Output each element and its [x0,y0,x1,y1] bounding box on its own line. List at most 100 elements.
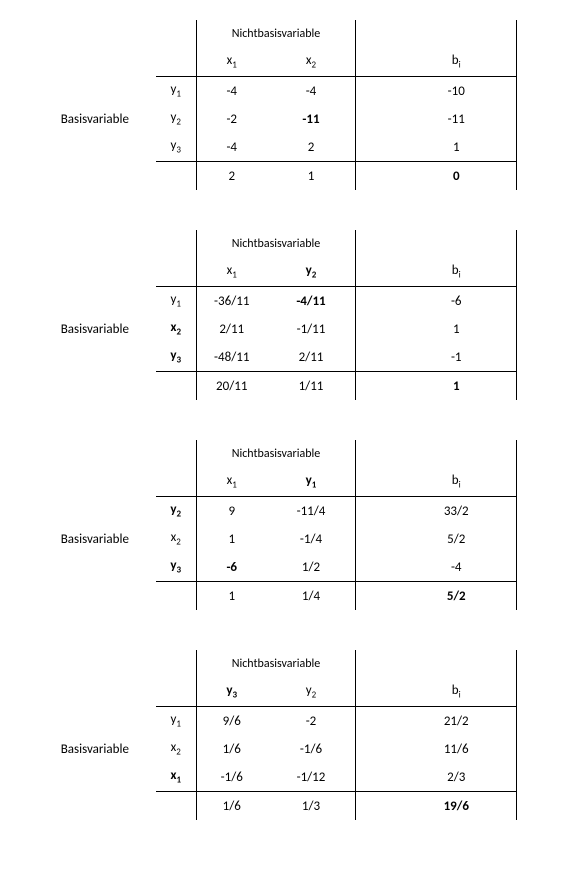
row-header: y3 [171,138,181,153]
cell-value: 1/11 [299,379,324,394]
col-header: y2 [306,683,316,698]
cell-value: -36/11 [214,294,249,309]
table-row: y2 9 -11/4 33/2 [61,497,517,526]
cell-value: 5/2 [447,532,465,547]
cell-value: 1/4 [302,589,320,604]
col-header: y1 [306,473,317,488]
basis-label: Basisvariable [61,742,129,757]
cell-value: 20/11 [216,379,247,394]
cell-value: 1/6 [223,742,241,757]
simplex-tableau-1: Nichtbasisvariable x1 y2 bi y1 -36/11 -4… [10,230,568,400]
table-row: y1 -4 -4 -10 [61,77,517,106]
nonbasis-header: Nichtbasisvariable [232,657,321,671]
b-header: bi [452,473,461,488]
table-row: y1 -36/11 -4/11 -6 [61,287,517,316]
nonbasis-header: Nichtbasisvariable [232,27,321,41]
simplex-tableau-0: Nichtbasisvariable x1 x2 bi y1 -4 -4 -10… [10,20,568,190]
cell-value: -4 [306,84,317,99]
row-header: y3 [170,348,181,363]
row-header: x1 [170,768,181,783]
cell-value: -1/6 [300,742,322,757]
cell-value: 9 [228,504,235,519]
cell-value: 1 [453,140,460,155]
row-header: x2 [171,740,181,755]
cell-value: 1 [228,532,235,547]
table-row: Basisvariable y2 -2 -11 -11 [61,105,517,133]
row-header: x2 [170,320,181,335]
cell-value: 19/6 [444,799,469,814]
cell-value: -2 [226,112,237,127]
cell-value: -1/6 [221,770,243,785]
cell-value: 1 [453,322,460,337]
nonbasis-header: Nichtbasisvariable [232,447,321,461]
b-header: bi [452,53,461,68]
cell-value: 1 [228,589,235,604]
table-row: y3 -6 1/2 -4 [61,553,517,582]
cell-value: -11 [302,112,319,127]
row-header: y1 [171,82,181,97]
cell-value: -2 [306,714,317,729]
cell-value: -11 [448,112,465,127]
objective-row: 1 1/4 5/2 [61,582,517,611]
cell-value: -1/4 [300,532,322,547]
cell-value: -11/4 [297,504,326,519]
simplex-tableau-2: Nichtbasisvariable x1 y1 bi y2 9 -11/4 3… [10,440,568,610]
cell-value: -4 [451,560,462,575]
cell-value: -48/11 [214,350,249,365]
simplex-tableau-3: Nichtbasisvariable y3 y2 bi y1 9/6 -2 21… [10,650,568,820]
cell-value: -10 [448,84,465,99]
col-header: x2 [306,53,316,68]
cell-value: -6 [451,294,462,309]
nonbasis-header: Nichtbasisvariable [232,237,321,251]
cell-value: 9/6 [223,714,241,729]
cell-value: 2/3 [447,770,465,785]
b-header: bi [452,683,461,698]
table-row: y3 -48/11 2/11 -1 [61,343,517,372]
col-header: y3 [226,683,237,698]
basis-label: Basisvariable [61,532,129,547]
objective-row: 20/11 1/11 1 [61,372,517,401]
table-row: y3 -4 2 1 [61,133,517,162]
cell-value: 1 [453,379,460,394]
cell-value: 5/2 [447,589,466,604]
row-header: y2 [170,502,181,517]
objective-row: 2 1 0 [61,162,517,191]
cell-value: 1/3 [302,799,320,814]
b-header: bi [452,263,461,278]
cell-value: -4 [226,84,237,99]
cell-value: -1 [451,350,462,365]
cell-value: 1 [308,169,315,184]
cell-value: -1/12 [297,770,326,785]
cell-value: 2 [308,140,315,155]
cell-value: 33/2 [444,504,469,519]
col-header: x1 [227,263,237,278]
cell-value: 2/11 [219,322,244,337]
row-header: y1 [171,712,181,727]
cell-value: -6 [226,560,237,575]
cell-value: 2 [228,169,235,184]
objective-row: 1/6 1/3 19/6 [61,792,517,821]
cell-value: 1/2 [302,560,320,575]
row-header: y2 [171,110,181,125]
cell-value: 21/2 [444,714,469,729]
row-header: y3 [170,558,181,573]
row-header: x2 [171,530,181,545]
table-row: x1 -1/6 -1/12 2/3 [61,763,517,792]
cell-value: -4 [226,140,237,155]
table-row: Basisvariable x2 1 -1/4 5/2 [61,525,517,553]
col-header: x1 [227,53,237,68]
cell-value: 2/11 [299,350,324,365]
table-row: Basisvariable x2 2/11 -1/11 1 [61,315,517,343]
cell-value: 0 [453,169,460,184]
basis-label: Basisvariable [61,322,129,337]
col-header: x1 [227,473,237,488]
cell-value: -4/11 [296,294,325,309]
basis-label: Basisvariable [61,112,129,127]
table-row: y1 9/6 -2 21/2 [61,707,517,736]
table-row: Basisvariable x2 1/6 -1/6 11/6 [61,735,517,763]
cell-value: 1/6 [223,799,241,814]
row-header: y1 [171,292,181,307]
cell-value: 11/6 [444,742,469,757]
col-header: y2 [306,263,317,278]
cell-value: -1/11 [297,322,326,337]
